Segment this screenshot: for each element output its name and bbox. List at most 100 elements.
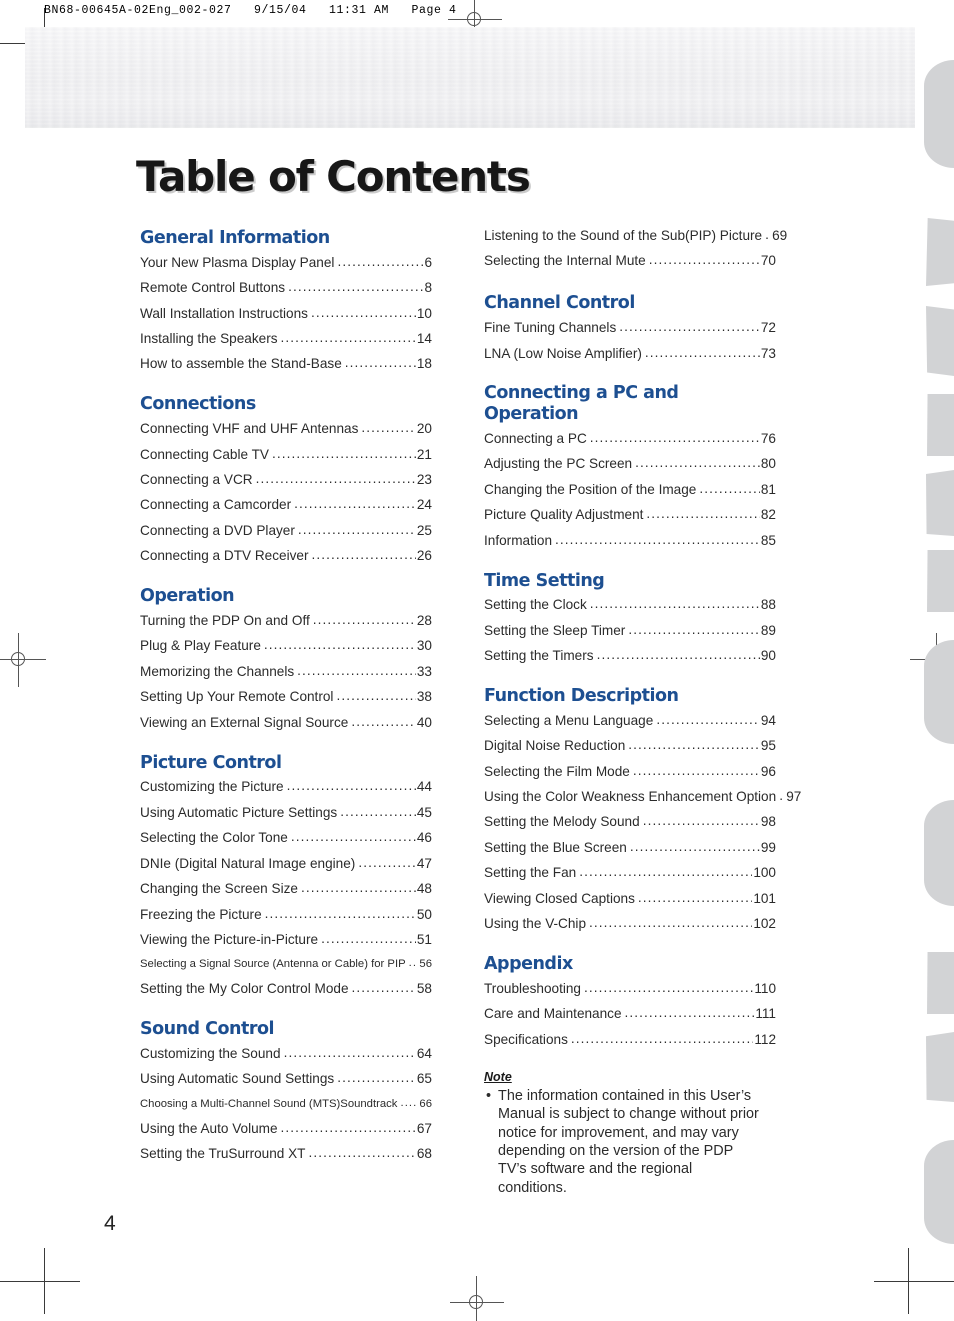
toc-entry[interactable]: Using Automatic Picture Settings........… bbox=[140, 805, 432, 821]
toc-entry-label: Using the Auto Volume bbox=[140, 1120, 278, 1136]
toc-entry[interactable]: Setting the Fan.........................… bbox=[484, 865, 776, 881]
toc-entry[interactable]: Plug & Play Feature.....................… bbox=[140, 638, 432, 654]
note-block: Note • The information contained in this U… bbox=[484, 1070, 776, 1198]
toc-leader-dots: ........................................… bbox=[358, 855, 416, 870]
toc-entry[interactable]: Selecting a Menu Language...............… bbox=[484, 713, 776, 729]
toc-entry-label: Setting the Blue Screen bbox=[484, 839, 627, 855]
toc-entry-label: Setting the Timers bbox=[484, 648, 594, 664]
toc-entry-page: 56 bbox=[419, 958, 432, 971]
toc-entry[interactable]: Connecting a DTV Receiver...............… bbox=[140, 548, 432, 564]
toc-entry[interactable]: Changing the Screen Size................… bbox=[140, 881, 432, 897]
toc-entry[interactable]: Connecting Cable TV.....................… bbox=[140, 447, 432, 463]
toc-entry[interactable]: Viewing the Picture-in-Picture..........… bbox=[140, 932, 432, 948]
toc-entry-page: 73 bbox=[760, 345, 776, 361]
toc-entry[interactable]: Setting the My Color Control Mode.......… bbox=[140, 981, 432, 997]
toc-leader-dots: ........................................… bbox=[286, 779, 416, 794]
toc-leader-dots: ........................................… bbox=[280, 331, 416, 345]
toc-entry[interactable]: Setting Up Your Remote Control..........… bbox=[140, 689, 432, 705]
toc-entry-label: Selecting the Color Tone bbox=[140, 830, 288, 846]
toc-entry-label: Connecting a PC bbox=[484, 430, 587, 446]
toc-entry[interactable]: Changing the Position of the Image......… bbox=[484, 482, 776, 498]
toc-entry[interactable]: Wall Installation Instructions..........… bbox=[140, 306, 432, 322]
toc-leader-dots: ........................................… bbox=[290, 830, 416, 845]
toc-entry[interactable]: Selecting the Internal Mute.............… bbox=[484, 253, 776, 269]
toc-entry[interactable]: Setting the Sleep Timer.................… bbox=[484, 623, 776, 639]
toc-entry[interactable]: Selecting the Film Mode.................… bbox=[484, 764, 776, 780]
crop-mark-bottom-left-horizontal bbox=[0, 1281, 80, 1282]
toc-entry-page: 20 bbox=[416, 421, 432, 437]
toc-entry[interactable]: Listening to the Sound of the Sub(PIP) P… bbox=[484, 228, 787, 244]
toc-entry[interactable]: Your New Plasma Display Panel...........… bbox=[140, 255, 432, 271]
toc-entry-page: 110 bbox=[754, 980, 776, 996]
note-body: • The information contained in this User’… bbox=[484, 1087, 776, 1198]
toc-entry-page: 6 bbox=[424, 254, 432, 270]
toc-entry-page: 26 bbox=[416, 548, 432, 564]
toc-entry[interactable]: Using the Color Weakness Enhancement Opt… bbox=[484, 789, 801, 805]
toc-leader-dots: ........................................… bbox=[336, 689, 415, 704]
toc-entry[interactable]: Setting the TruSurround XT..............… bbox=[140, 1146, 432, 1162]
toc-entry[interactable]: Using the V-Chip........................… bbox=[484, 916, 776, 932]
toc-entry[interactable]: Freezing the Picture....................… bbox=[140, 907, 432, 923]
toc-entry[interactable]: Troubleshooting.........................… bbox=[484, 981, 776, 997]
toc-leader-dots: ........................................… bbox=[312, 612, 416, 627]
toc-entry[interactable]: Remote Control Buttons..................… bbox=[140, 280, 432, 296]
toc-entry[interactable]: LNA (Low Noise Amplifier)...............… bbox=[484, 346, 776, 362]
toc-entry[interactable]: Connecting a VCR........................… bbox=[140, 472, 432, 488]
toc-entry-page: 47 bbox=[416, 855, 432, 871]
registration-mark-left bbox=[0, 633, 46, 687]
toc-entry-label: Viewing Closed Captions bbox=[484, 890, 635, 906]
toc-entry[interactable]: Using Automatic Sound Settings..........… bbox=[140, 1071, 432, 1087]
toc-entry-page: 25 bbox=[416, 522, 432, 538]
toc-entry-label: Using Automatic Sound Settings bbox=[140, 1071, 335, 1087]
toc-entry[interactable]: Selecting the Color Tone................… bbox=[140, 830, 432, 846]
toc-entry[interactable]: Setting the Clock.......................… bbox=[484, 597, 776, 613]
toc-entry[interactable]: Information.............................… bbox=[484, 533, 776, 549]
toc-entry[interactable]: DNIe (Digital Natural Image engine).....… bbox=[140, 856, 432, 872]
toc-entry[interactable]: Adjusting the PC Screen.................… bbox=[484, 456, 776, 472]
toc-leader-dots: ........................................… bbox=[308, 1146, 416, 1161]
edge-tab-11 bbox=[924, 1140, 954, 1244]
toc-section-picture-control: Picture Control Customizing the Picture..… bbox=[140, 753, 432, 998]
toc-entry-page: 95 bbox=[760, 738, 776, 754]
toc-entry[interactable]: Connecting VHF and UHF Antennas.........… bbox=[140, 421, 432, 437]
toc-entry[interactable]: Customizing the Picture.................… bbox=[140, 779, 432, 795]
toc-entry[interactable]: Connecting a DVD Player.................… bbox=[140, 523, 432, 539]
toc-entry[interactable]: Installing the Speakers.................… bbox=[140, 331, 432, 347]
toc-entry[interactable]: Viewing Closed Captions.................… bbox=[484, 891, 776, 907]
toc-entry[interactable]: How to assemble the Stand-Base..........… bbox=[140, 356, 432, 372]
toc-entry-label: Information bbox=[484, 532, 553, 548]
toc-entry[interactable]: Picture Quality Adjustment..............… bbox=[484, 507, 776, 523]
toc-leader-dots: ........................................… bbox=[648, 253, 760, 268]
toc-entry[interactable]: Choosing a Multi-Channel Sound (MTS)Soun… bbox=[140, 1097, 432, 1110]
toc-entry[interactable]: Connecting a PC.........................… bbox=[484, 431, 776, 447]
toc-entry[interactable]: Specifications..........................… bbox=[484, 1032, 776, 1048]
toc-entry[interactable]: Turning the PDP On and Off..............… bbox=[140, 613, 432, 629]
toc-entry-page: 80 bbox=[760, 456, 776, 472]
toc-entry-label: Setting Up Your Remote Control bbox=[140, 689, 334, 705]
toc-entry-page: 33 bbox=[416, 663, 432, 679]
toc-entry[interactable]: Setting the Timers......................… bbox=[484, 648, 776, 664]
toc-entry-label: Freezing the Picture bbox=[140, 906, 262, 922]
toc-entry-page: 48 bbox=[416, 881, 432, 897]
toc-entry[interactable]: Fine Tuning Channels....................… bbox=[484, 320, 776, 336]
toc-column-right: Listening to the Sound of the Sub(PIP) P… bbox=[484, 228, 801, 1198]
toc-entry[interactable]: Setting the Melody Sound................… bbox=[484, 814, 776, 830]
edge-tab-4 bbox=[927, 394, 954, 456]
toc-section-heading: Picture Control bbox=[140, 752, 282, 773]
toc-entry-label: Using the V-Chip bbox=[484, 916, 587, 932]
toc-entry[interactable]: Setting the Blue Screen.................… bbox=[484, 840, 776, 856]
toc-entry-label: Using the Color Weakness Enhancement Opt… bbox=[484, 789, 777, 804]
toc-entry-page: 50 bbox=[416, 906, 432, 922]
toc-leader-dots: ........................................… bbox=[646, 507, 759, 522]
toc-entry[interactable]: Using the Auto Volume...................… bbox=[140, 1121, 432, 1137]
toc-section-operation: Operation Turning the PDP On and Off.....… bbox=[140, 586, 432, 730]
toc-entry[interactable]: Connecting a Camcorder..................… bbox=[140, 497, 432, 513]
toc-entry-label: Your New Plasma Display Panel bbox=[140, 254, 335, 270]
toc-entry[interactable]: Care and Maintenance....................… bbox=[484, 1006, 776, 1022]
toc-entry[interactable]: Customizing the Sound...................… bbox=[140, 1046, 432, 1062]
toc-entry[interactable]: Digital Noise Reduction.................… bbox=[484, 738, 776, 754]
toc-entry[interactable]: Selecting a Signal Source (Antenna or Ca… bbox=[140, 957, 432, 970]
toc-entry[interactable]: Memorizing the Channels.................… bbox=[140, 664, 432, 680]
toc-leader-dots: ........................................… bbox=[280, 1120, 416, 1135]
toc-entry[interactable]: Viewing an External Signal Source.......… bbox=[140, 715, 432, 731]
